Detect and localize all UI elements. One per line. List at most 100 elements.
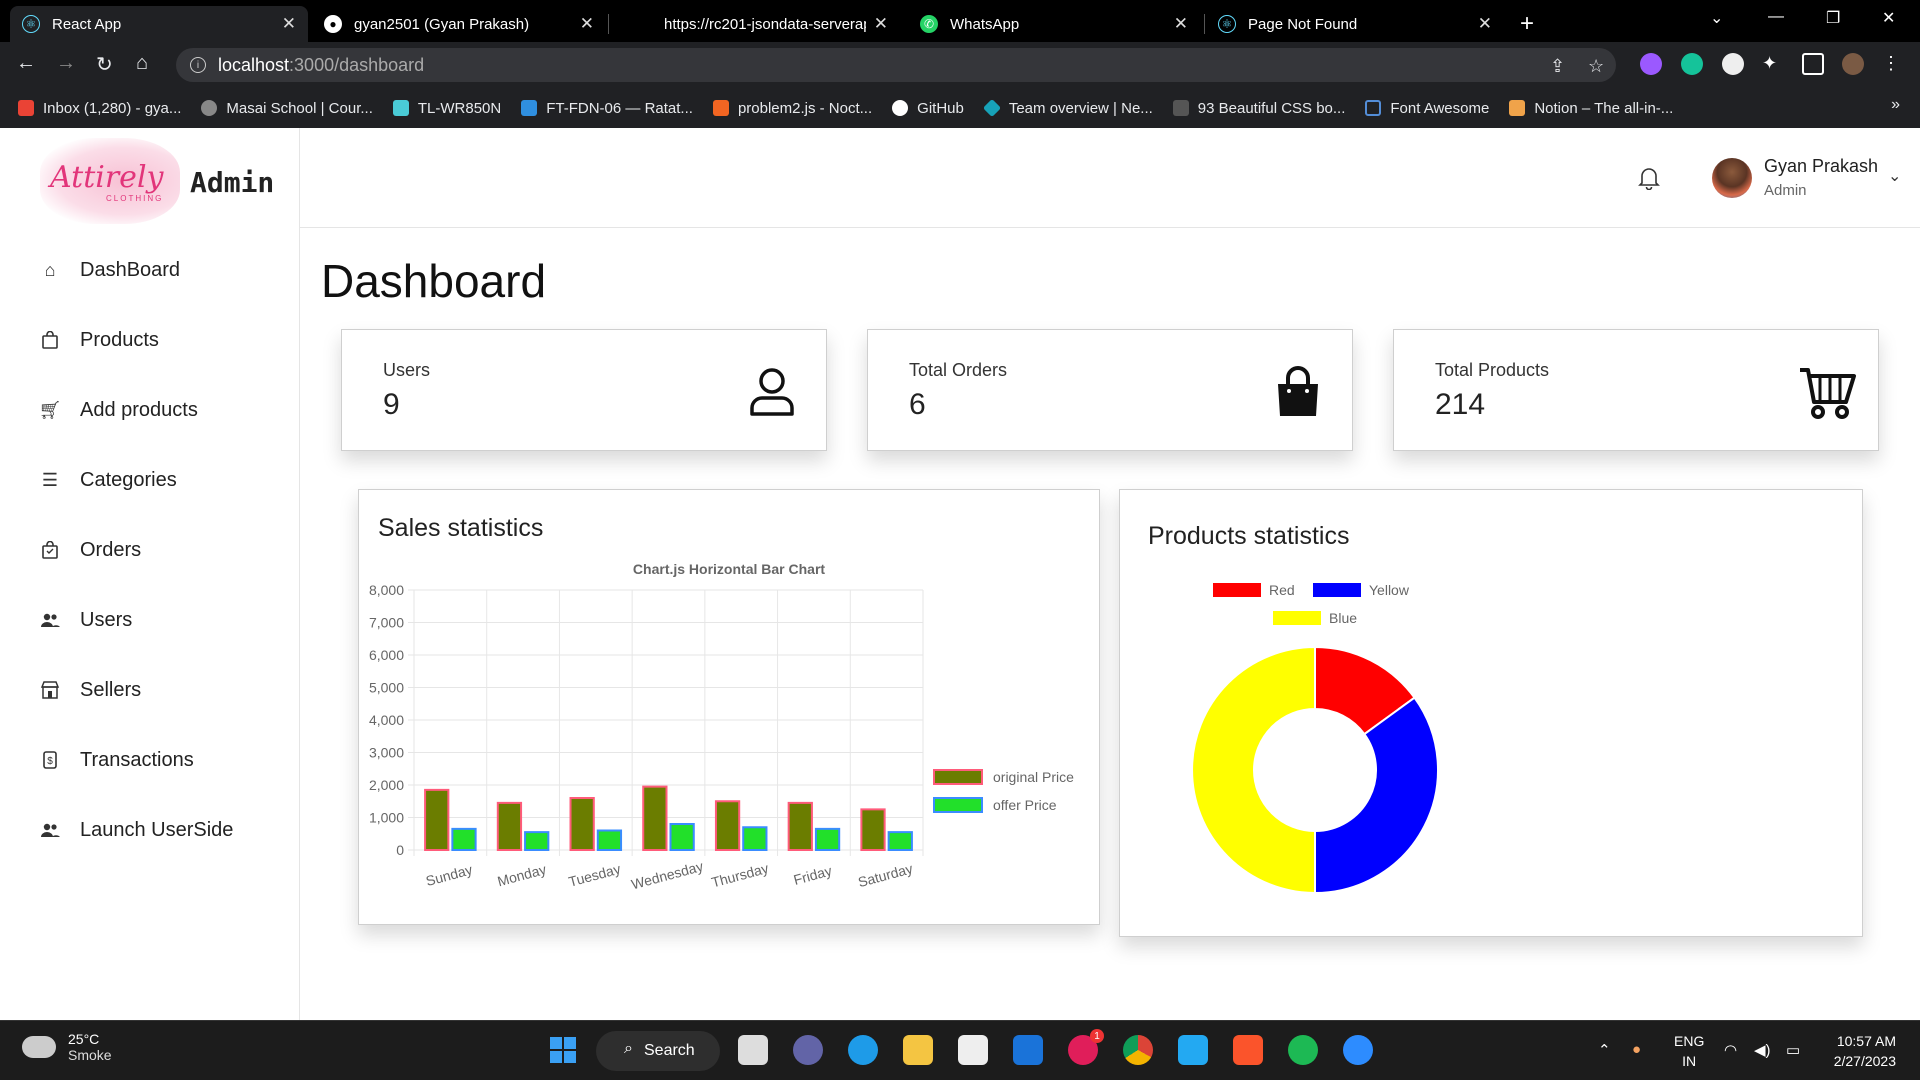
- sidebar-item-label: DashBoard: [80, 258, 181, 281]
- bookmark-masai[interactable]: Masai School | Cour...: [201, 100, 373, 117]
- extension-icon[interactable]: [1640, 53, 1662, 75]
- bookmarks-more-button[interactable]: »: [1891, 96, 1900, 114]
- tab-github[interactable]: ● gyan2501 (Gyan Prakash) ✕: [312, 6, 606, 42]
- flag-icon: [1365, 100, 1382, 116]
- bookmark-tplink[interactable]: TL-WR850N: [392, 100, 501, 117]
- sidebar-item-orders[interactable]: Orders: [0, 515, 300, 585]
- x-tick-label: Wednesday: [630, 858, 705, 893]
- bell-icon[interactable]: [1638, 166, 1660, 196]
- bookmark-font-awesome[interactable]: Font Awesome: [1365, 100, 1489, 117]
- microphone-icon[interactable]: ●: [1632, 1041, 1641, 1058]
- window-close-button[interactable]: ✕: [1882, 8, 1895, 28]
- url-bar[interactable]: i localhost:3000/dashboard ⇪ ☆: [176, 48, 1616, 82]
- menu-kebab-icon[interactable]: ⋮: [1882, 53, 1904, 75]
- zoom-icon[interactable]: [1343, 1035, 1373, 1065]
- tab-react-app[interactable]: ⚛ React App ✕: [10, 6, 308, 42]
- clock[interactable]: 10:57 AM 2/27/2023: [1834, 1031, 1896, 1071]
- bookmark-team[interactable]: Team overview | Ne...: [982, 98, 1153, 118]
- tab-jsondata[interactable]: https://rc201-jsondata-serverapi ✕: [610, 6, 900, 42]
- sidepanel-icon[interactable]: [1802, 53, 1824, 75]
- restore-button[interactable]: ❐: [1826, 8, 1840, 28]
- reload-button[interactable]: ↻: [96, 52, 113, 77]
- chrome-icon[interactable]: [1123, 1035, 1153, 1065]
- bookmark-ft-fdn[interactable]: FT-FDN-06 — Ratat...: [521, 100, 693, 117]
- weather-icon: [22, 1028, 56, 1058]
- sidebar-item-label: Categories: [80, 468, 177, 491]
- bookmark-notion[interactable]: Notion – The all-in-...: [1509, 100, 1673, 117]
- bar: [569, 797, 595, 851]
- weather-widget[interactable]: 25°C Smoke: [22, 1028, 112, 1063]
- sidebar-item-launch-userside[interactable]: Launch UserSide: [0, 795, 300, 865]
- forward-button[interactable]: →: [56, 52, 76, 75]
- sidebar-item-dashboard[interactable]: ⌂ DashBoard: [0, 235, 300, 305]
- edge-icon[interactable]: [848, 1035, 878, 1065]
- puzzle-icon[interactable]: ✦: [1762, 53, 1784, 75]
- brave-icon[interactable]: [1233, 1035, 1263, 1065]
- sidebar-item-label: Orders: [80, 538, 142, 561]
- sidebar-item-users[interactable]: Users: [0, 585, 300, 655]
- minimize-button[interactable]: —: [1768, 8, 1784, 26]
- taskbar-search[interactable]: ⌕ Search: [596, 1031, 720, 1071]
- sidebar-item-label: Add products: [80, 398, 198, 421]
- top-header: Gyan Prakash Admin ⌄: [300, 128, 1920, 228]
- user-name[interactable]: Gyan Prakash: [1764, 156, 1878, 177]
- share-icon[interactable]: ⇪: [1550, 56, 1565, 77]
- tab-title: Page Not Found: [1248, 15, 1358, 33]
- site-info-icon[interactable]: i: [190, 57, 206, 73]
- spotify-icon[interactable]: [1288, 1035, 1318, 1065]
- sidebar-item-label: Sellers: [80, 678, 142, 701]
- sidebar-item-transactions[interactable]: $ Transactions: [0, 725, 300, 795]
- sidebar-item-add-products[interactable]: 🛒︎ Add products: [0, 375, 300, 445]
- close-icon[interactable]: ✕: [580, 14, 594, 34]
- github-icon: [892, 100, 909, 116]
- extension-icon[interactable]: [1722, 53, 1744, 75]
- tab-whatsapp[interactable]: ✆ WhatsApp ✕: [908, 6, 1200, 42]
- sidebar-item-label: Transactions: [80, 748, 194, 771]
- sidebar-item-categories[interactable]: ☰ Categories: [0, 445, 300, 515]
- close-icon[interactable]: ✕: [874, 14, 888, 34]
- windows-start-icon[interactable]: [548, 1035, 578, 1065]
- close-icon[interactable]: ✕: [1478, 14, 1492, 34]
- store-icon[interactable]: [958, 1035, 988, 1065]
- address-toolbar: ← → ↻ ⌂ i localhost:3000/dashboard ⇪ ☆ ✦…: [0, 42, 1920, 88]
- battery-icon[interactable]: ▭: [1786, 1041, 1800, 1059]
- sidebar-item-products[interactable]: Products: [0, 305, 300, 375]
- legend-swatch: [1213, 583, 1261, 597]
- chevron-down-icon[interactable]: ⌄: [1888, 166, 1901, 186]
- stat-value: 6: [909, 388, 926, 421]
- vscode-icon[interactable]: [1178, 1035, 1208, 1065]
- x-tick-label: Sunday: [424, 861, 474, 889]
- file-explorer-icon[interactable]: [903, 1035, 933, 1065]
- wifi-icon[interactable]: ◠: [1724, 1041, 1737, 1059]
- new-tab-button[interactable]: +: [1520, 10, 1534, 38]
- bookmark-problem2[interactable]: problem2.js - Noct...: [712, 100, 872, 117]
- brand[interactable]: Attirely CLOTHING Admin: [40, 134, 290, 229]
- close-icon[interactable]: ✕: [282, 14, 296, 34]
- bookmark-star-icon[interactable]: ☆: [1588, 56, 1604, 77]
- y-tick-label: 2,000: [369, 777, 404, 793]
- tab-search-icon[interactable]: ⌄: [1710, 8, 1723, 28]
- cart-plus-icon: 🛒︎: [38, 399, 62, 420]
- profile-avatar[interactable]: [1842, 53, 1864, 75]
- avatar[interactable]: [1712, 158, 1752, 198]
- teams-icon[interactable]: [793, 1035, 823, 1065]
- chevron-up-icon[interactable]: ⌃: [1598, 1041, 1611, 1059]
- sales-statistics-card: Sales statistics Chart.js Horizontal Bar…: [358, 489, 1100, 925]
- sidebar: Attirely CLOTHING Admin ⌂ DashBoard Prod…: [0, 128, 300, 1020]
- grammarly-icon[interactable]: [1681, 53, 1703, 75]
- slack-icon[interactable]: 1: [1068, 1029, 1104, 1065]
- tab-page-not-found[interactable]: ⚛ Page Not Found ✕: [1206, 6, 1504, 42]
- bookmark-github[interactable]: GitHub: [892, 100, 964, 117]
- user-icon: [744, 364, 800, 420]
- bookmark-css-buttons[interactable]: 93 Beautiful CSS bo...: [1172, 100, 1345, 117]
- bookmark-gmail[interactable]: Inbox (1,280) - gya...: [18, 100, 181, 117]
- close-icon[interactable]: ✕: [1174, 14, 1188, 34]
- task-view-icon[interactable]: [738, 1035, 768, 1065]
- back-button[interactable]: ←: [16, 52, 36, 75]
- volume-icon[interactable]: ◀): [1754, 1041, 1771, 1059]
- mail-icon[interactable]: [1013, 1035, 1043, 1065]
- home-button[interactable]: ⌂: [136, 52, 148, 75]
- language-indicator[interactable]: ENG IN: [1674, 1031, 1704, 1071]
- sidebar-item-sellers[interactable]: Sellers: [0, 655, 300, 725]
- tab-title: gyan2501 (Gyan Prakash): [354, 15, 530, 33]
